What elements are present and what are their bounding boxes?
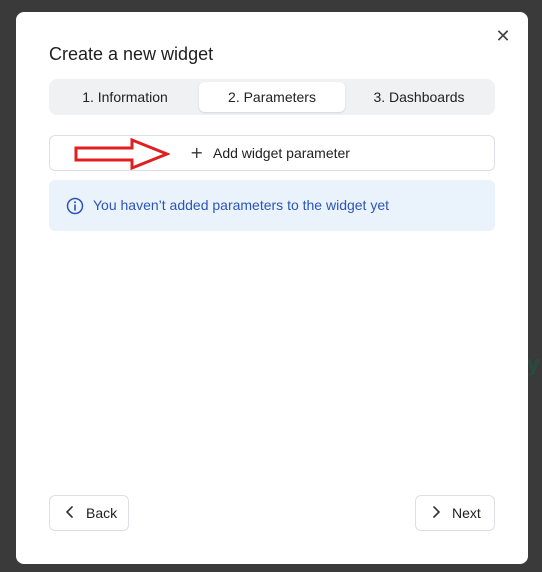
create-widget-dialog: ✕ Create a new widget 1. Information 2. … <box>16 12 528 564</box>
chevron-left-icon <box>66 506 73 518</box>
info-text: You haven’t added parameters to the widg… <box>93 197 390 213</box>
info-banner: You haven’t added parameters to the widg… <box>49 180 495 231</box>
back-button[interactable]: Back <box>49 495 129 531</box>
chevron-right-icon <box>433 506 440 518</box>
close-icon[interactable]: ✕ <box>494 28 512 46</box>
step-tabs: 1. Information 2. Parameters 3. Dashboar… <box>49 79 495 115</box>
next-label: Next <box>452 505 481 521</box>
info-icon <box>66 197 84 215</box>
back-label: Back <box>86 505 118 521</box>
tab-parameters[interactable]: 2. Parameters <box>199 82 345 112</box>
next-button[interactable]: Next <box>415 495 495 531</box>
tab-information[interactable]: 1. Information <box>53 82 197 112</box>
dialog-title: Create a new widget <box>49 44 214 64</box>
tab-dashboards[interactable]: 3. Dashboards <box>347 82 491 112</box>
red-arrow-annotation <box>74 138 170 170</box>
plus-icon: + <box>190 143 204 162</box>
background-text-fragment: y! <box>526 352 542 377</box>
add-widget-parameter-label: Add widget parameter <box>213 145 350 161</box>
